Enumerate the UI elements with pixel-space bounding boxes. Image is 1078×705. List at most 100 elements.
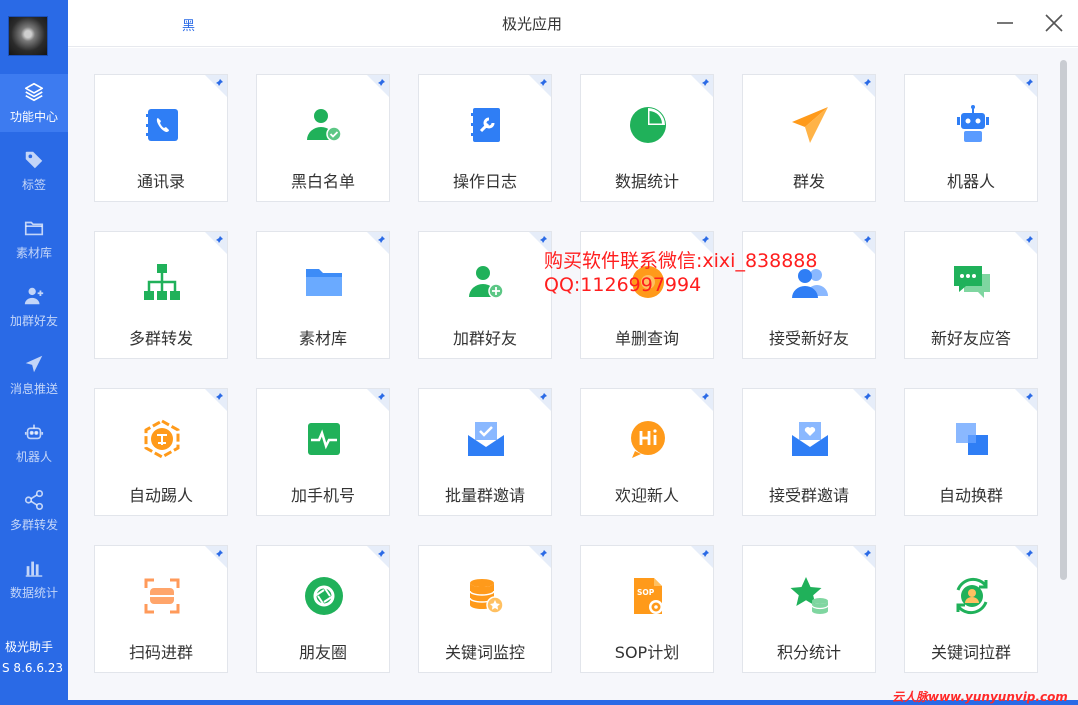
- pin-icon[interactable]: [700, 549, 710, 559]
- tile-label: 多群转发: [128, 329, 193, 348]
- tile-add-phone[interactable]: 加手机号: [256, 388, 390, 516]
- pin-icon[interactable]: [1024, 549, 1034, 559]
- tile-welcome-newcomer[interactable]: 欢迎新人: [580, 388, 714, 516]
- tile-mass-send[interactable]: 群发: [742, 74, 876, 202]
- tile-points-statistics[interactable]: 积分统计: [742, 545, 876, 673]
- pin-icon[interactable]: [700, 78, 710, 88]
- pin-icon[interactable]: [862, 235, 872, 245]
- tile-label: 自动踢人: [128, 486, 193, 505]
- scrollbar[interactable]: [1060, 60, 1067, 580]
- brand-name: 极光助手: [5, 640, 54, 654]
- tag-icon: [25, 151, 43, 169]
- overlay-contact-line: 购买软件联系微信:xixi_838888: [544, 250, 818, 272]
- mail-check-icon: [468, 422, 504, 456]
- sidebar-item-label: 功能中心: [9, 110, 58, 124]
- page-title: 极光应用: [501, 15, 562, 33]
- pin-icon[interactable]: [214, 235, 224, 245]
- tile-keyword-pull-group[interactable]: 关键词拉群: [904, 545, 1038, 673]
- tile-label: 接受新好友: [768, 329, 849, 348]
- sidebar-item-label: 加群好友: [9, 314, 58, 328]
- pin-icon[interactable]: [538, 78, 548, 88]
- pin-icon[interactable]: [862, 78, 872, 88]
- mail-heart-icon: [792, 422, 828, 456]
- sidebar-item-robot[interactable]: 机器人: [0, 414, 68, 472]
- pin-icon[interactable]: [538, 392, 548, 402]
- tile-moments[interactable]: 朋友圈: [256, 545, 390, 673]
- pin-icon[interactable]: [538, 549, 548, 559]
- tile-auto-kick[interactable]: 自动踢人: [94, 388, 228, 516]
- tile-label: 积分统计: [776, 643, 841, 662]
- tile-label: 自动换群: [938, 486, 1003, 505]
- tile-sop-plan[interactable]: SOP SOP计划: [580, 545, 714, 673]
- tile-label: SOP计划: [614, 643, 680, 662]
- pin-icon[interactable]: [1024, 78, 1034, 88]
- bar-chart-icon: [25, 561, 43, 577]
- sidebar-item-label: 素材库: [15, 246, 52, 260]
- close-icon[interactable]: [1043, 12, 1065, 34]
- tile-blacklist[interactable]: 黑白名单: [256, 74, 390, 202]
- pin-icon[interactable]: [700, 235, 710, 245]
- tile-label: 关键词监控: [444, 643, 525, 662]
- pin-icon[interactable]: [214, 78, 224, 88]
- tile-label: 通讯录: [136, 172, 185, 191]
- svg-text:SOP: SOP: [637, 588, 655, 597]
- pin-icon[interactable]: [700, 392, 710, 402]
- sidebar-item-function-center[interactable]: 功能中心: [0, 74, 68, 132]
- tile-scan-to-join[interactable]: 扫码进群: [94, 545, 228, 673]
- sop-file-icon: SOP: [634, 578, 663, 614]
- aperture-icon: [305, 577, 343, 615]
- overlay-qq-line: QQ:1126997994: [544, 274, 702, 296]
- sidebar-item-multi-forward[interactable]: 多群转发: [0, 482, 68, 540]
- sidebar-item-label: 数据统计: [9, 586, 58, 600]
- tile-robot[interactable]: 机器人: [904, 74, 1038, 202]
- tile-new-friend-reply[interactable]: 新好友应答: [904, 231, 1038, 359]
- pin-icon[interactable]: [538, 235, 548, 245]
- sidebar: 功能中心 标签 素材库 加群好友 消息推送 机器人 多群转发 数据统计 极光助手…: [0, 0, 68, 705]
- tile-add-group-friends[interactable]: 加群好友: [418, 231, 552, 359]
- pin-icon[interactable]: [862, 392, 872, 402]
- pin-icon[interactable]: [376, 392, 386, 402]
- sidebar-item-tags[interactable]: 标签: [0, 142, 68, 200]
- pin-icon[interactable]: [1024, 392, 1034, 402]
- folder-icon: [24, 221, 44, 236]
- user-refresh-icon: [956, 577, 988, 615]
- avatar[interactable]: [8, 16, 48, 56]
- sidebar-item-label: 标签: [21, 178, 46, 192]
- tile-label: 加手机号: [290, 486, 355, 505]
- tile-label: 加群好友: [452, 329, 517, 348]
- sidebar-item-message-push[interactable]: 消息推送: [0, 346, 68, 404]
- share-icon: [24, 490, 44, 510]
- sidebar-item-statistics[interactable]: 数据统计: [0, 550, 68, 608]
- sidebar-item-label: 多群转发: [9, 518, 58, 532]
- tile-label: 数据统计: [614, 172, 679, 191]
- log-icon: [471, 108, 500, 142]
- star-coins-icon: [790, 577, 829, 614]
- robot-icon: [957, 105, 989, 142]
- tile-material-library[interactable]: 素材库: [256, 231, 390, 359]
- pin-icon[interactable]: [376, 549, 386, 559]
- tile-accept-group-invite[interactable]: 接受群邀请: [742, 388, 876, 516]
- tile-keyword-monitor[interactable]: 关键词监控: [418, 545, 552, 673]
- app-grid: 通讯录 黑白名单 操作日志 数据统计 群发 机器人 多群转发 素材库 加群好友 …: [68, 48, 1078, 700]
- pin-icon[interactable]: [376, 78, 386, 88]
- pin-icon[interactable]: [376, 235, 386, 245]
- tile-operation-log[interactable]: 操作日志: [418, 74, 552, 202]
- pin-icon[interactable]: [862, 549, 872, 559]
- tile-auto-swap-group[interactable]: 自动换群: [904, 388, 1038, 516]
- tile-batch-group-invite[interactable]: 批量群邀请: [418, 388, 552, 516]
- pin-icon[interactable]: [214, 392, 224, 402]
- pin-icon[interactable]: [214, 549, 224, 559]
- tile-label: 单删查询: [614, 329, 679, 348]
- tile-multi-group-forward[interactable]: 多群转发: [94, 231, 228, 359]
- tile-contacts[interactable]: 通讯录: [94, 74, 228, 202]
- sidebar-item-add-friends[interactable]: 加群好友: [0, 278, 68, 336]
- user-check-icon: [307, 109, 342, 142]
- pin-icon[interactable]: [1024, 235, 1034, 245]
- folder-icon: [306, 269, 342, 296]
- tile-data-statistics[interactable]: 数据统计: [580, 74, 714, 202]
- minimize-icon[interactable]: [994, 12, 1016, 34]
- sidebar-item-material[interactable]: 素材库: [0, 210, 68, 268]
- tile-label: 接受群邀请: [768, 486, 849, 505]
- tile-label: 朋友圈: [298, 643, 347, 662]
- add-user-icon: [24, 287, 44, 305]
